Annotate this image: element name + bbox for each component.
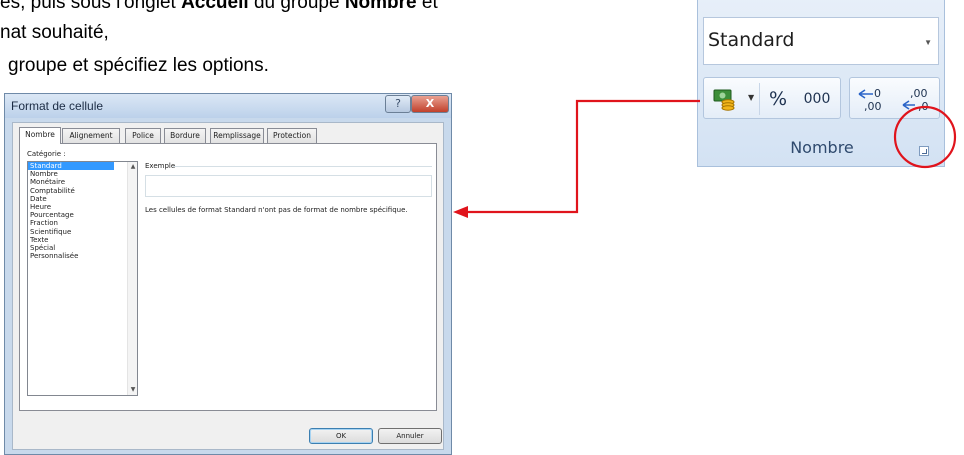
scroll-up-icon[interactable]: ▲: [129, 163, 137, 171]
category-item-comptabilite[interactable]: Comptabilité: [28, 187, 137, 195]
ribbon-number-group: Standard ▼ ▼ % 000 0 ,00 ,00 ,0 Nombre: [697, 0, 945, 167]
accounting-format-button[interactable]: ▼: [708, 83, 758, 115]
svg-text:,00: ,00: [864, 100, 882, 113]
number-format-dropdown[interactable]: Standard ▼: [703, 17, 939, 65]
help-button[interactable]: ?: [385, 95, 411, 113]
instruction-bold-accueil: Accueil: [181, 0, 249, 13]
increase-decimal-icon: 0 ,00: [858, 87, 882, 113]
instruction-line-2: nat souhaité,: [0, 22, 109, 43]
format-description: Les cellules de format Standard n'ont pa…: [145, 206, 408, 214]
divider: [759, 83, 760, 115]
category-item-texte[interactable]: Texte: [28, 236, 137, 244]
decimal-buttons-group: 0 ,00 ,00 ,0: [849, 77, 940, 119]
category-item-fraction[interactable]: Fraction: [28, 219, 137, 227]
instruction-line-1: es, puis sous l'onglet Accueil du groupe…: [0, 0, 438, 14]
cancel-button[interactable]: Annuler: [378, 428, 442, 444]
tab-protection[interactable]: Protection: [267, 128, 317, 143]
svg-text:,0: ,0: [918, 100, 929, 113]
instruction-text: es, puis sous l'onglet: [0, 0, 182, 13]
example-preview: [145, 175, 432, 197]
comma-style-button[interactable]: 000: [798, 83, 836, 115]
dialog-launcher-icon[interactable]: [919, 146, 929, 156]
svg-text:0: 0: [874, 87, 881, 100]
example-divider: [173, 166, 432, 167]
annotation-arrow-head: [453, 206, 468, 218]
currency-icon: [713, 89, 735, 111]
svg-text:,00: ,00: [910, 87, 928, 100]
category-item-pourcentage[interactable]: Pourcentage: [28, 211, 137, 219]
tab-nombre[interactable]: Nombre: [19, 127, 61, 144]
dialog-title: Format de cellule: [11, 99, 104, 113]
dialog-client-area: Nombre Alignement Police Bordure Remplis…: [12, 122, 444, 450]
category-scrollbar[interactable]: ▲ ▼: [127, 162, 137, 395]
category-item-personnalisee[interactable]: Personnalisée: [28, 252, 137, 260]
percent-style-button[interactable]: %: [764, 83, 792, 115]
format-buttons-group: ▼ % 000: [703, 77, 841, 119]
category-item-date[interactable]: Date: [28, 195, 137, 203]
instruction-line-3: groupe et spécifiez les options.: [8, 55, 269, 76]
category-item-nombre[interactable]: Nombre: [28, 170, 137, 178]
instruction-text: et: [416, 0, 438, 13]
increase-decimal-button[interactable]: 0 ,00: [854, 83, 894, 115]
number-format-value: Standard: [708, 29, 795, 51]
tab-police[interactable]: Police: [125, 128, 161, 143]
category-item-scientifique[interactable]: Scientifique: [28, 228, 137, 236]
ribbon-group-label: Nombre: [790, 138, 854, 157]
category-listbox[interactable]: Standard Nombre Monétaire Comptabilité D…: [27, 161, 138, 396]
scroll-down-icon[interactable]: ▼: [129, 386, 137, 394]
category-label: Catégorie :: [27, 150, 66, 158]
dialog-titlebar: Format de cellule ? X: [5, 94, 451, 118]
tab-remplissage[interactable]: Remplissage: [210, 128, 264, 143]
category-item-heure[interactable]: Heure: [28, 203, 137, 211]
example-group: Exemple: [145, 162, 432, 197]
tab-bordure[interactable]: Bordure: [164, 128, 206, 143]
category-item-standard[interactable]: Standard: [28, 162, 114, 171]
category-item-special[interactable]: Spécial: [28, 244, 137, 252]
annotation-arrow-line: [468, 99, 700, 214]
decrease-decimal-icon: ,00 ,0: [902, 87, 929, 113]
format-cells-dialog: Format de cellule ? X Nombre Alignement …: [4, 93, 452, 455]
instruction-text: du groupe: [248, 0, 345, 13]
ok-button[interactable]: OK: [309, 428, 373, 444]
category-item-monetaire[interactable]: Monétaire: [28, 178, 137, 186]
chevron-down-icon[interactable]: ▼: [924, 38, 932, 47]
tab-panel-nombre: Catégorie : Standard Nombre Monétaire Co…: [19, 143, 437, 411]
instruction-bold-nombre: Nombre: [344, 0, 417, 13]
chevron-down-icon[interactable]: ▼: [748, 93, 754, 102]
decrease-decimal-button[interactable]: ,00 ,0: [898, 83, 938, 115]
close-button[interactable]: X: [411, 95, 449, 113]
tab-alignement[interactable]: Alignement: [62, 128, 120, 143]
